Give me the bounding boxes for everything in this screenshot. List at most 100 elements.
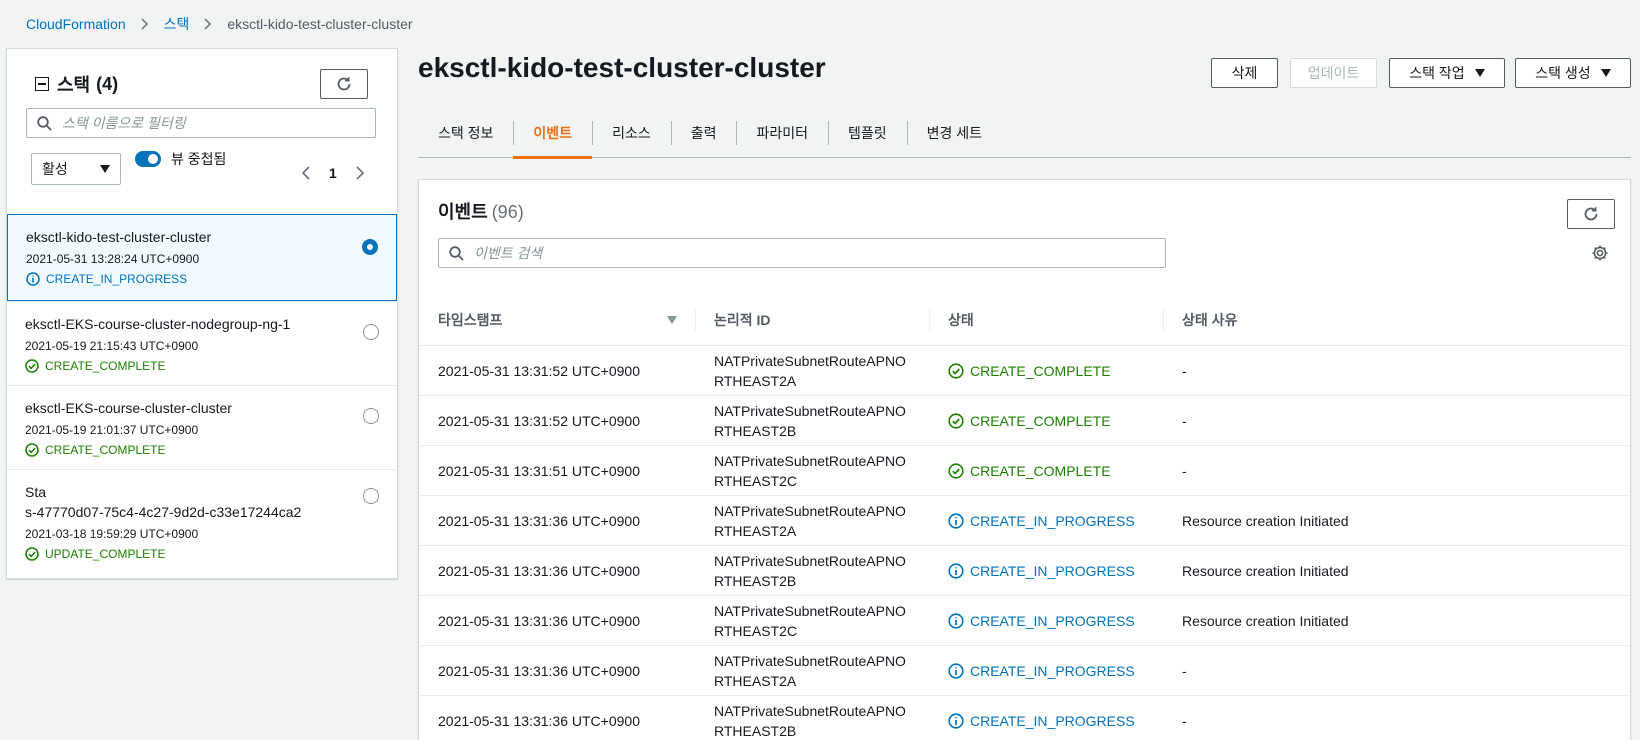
info-circle-icon bbox=[948, 712, 964, 729]
stack-list-item[interactable]: eksctl-EKS-course-cluster-nodegroup-ng-1… bbox=[7, 301, 397, 385]
check-circle-icon bbox=[25, 359, 39, 373]
cell-timestamp: 2021-05-31 13:31:36 UTC+0900 bbox=[438, 662, 640, 679]
cell-status-reason: Resource creation Initiated bbox=[1182, 562, 1349, 579]
sort-descending-icon[interactable] bbox=[667, 316, 677, 324]
table-row: 2021-05-31 13:31:36 UTC+0900 NATPrivateS… bbox=[419, 496, 1630, 546]
status-text: CREATE_IN_PROGRESS bbox=[970, 712, 1135, 729]
current-page[interactable]: 1 bbox=[329, 165, 337, 181]
check-circle-icon bbox=[25, 443, 39, 457]
cell-timestamp: 2021-05-31 13:31:51 UTC+0900 bbox=[438, 462, 640, 479]
sidebar-title-label: 스택 bbox=[57, 75, 91, 95]
stack-list-item[interactable]: Sta s-47770d07-75c4-4c27-9d2d-c33e17244c… bbox=[7, 469, 397, 567]
sidebar-refresh-button[interactable] bbox=[320, 69, 368, 99]
stack-radio[interactable] bbox=[363, 324, 379, 340]
nested-view-toggle[interactable]: 뷰 중첩됨 bbox=[135, 149, 226, 169]
events-count: (96) bbox=[491, 202, 524, 222]
tab-resources[interactable]: 리소스 bbox=[592, 108, 671, 158]
stack-name[interactable]: eksctl-kido-test-cluster-cluster bbox=[26, 227, 378, 247]
logical-id-text: NATPrivateSubnetRouteAPNORTHEAST2B bbox=[714, 552, 906, 589]
tab-parameters[interactable]: 파라미터 bbox=[736, 108, 828, 158]
check-circle-icon bbox=[948, 462, 964, 479]
stack-time: 2021-03-18 19:59:29 UTC+0900 bbox=[25, 527, 199, 541]
column-header-logical-id[interactable]: 논리적 ID bbox=[695, 294, 929, 345]
status-text: CREATE_IN_PROGRESS bbox=[970, 612, 1135, 629]
cell-status: CREATE_IN_PROGRESS bbox=[929, 646, 1163, 695]
cell-logical-id: NATPrivateSubnetRouteAPNORTHEAST2B bbox=[695, 546, 929, 595]
breadcrumb-cloudformation[interactable]: CloudFormation bbox=[26, 16, 126, 32]
status-text: CREATE_COMPLETE bbox=[970, 362, 1111, 379]
stack-name[interactable]: Sta s-47770d07-75c4-4c27-9d2d-c33e17244c… bbox=[25, 482, 379, 522]
logical-id-text: NATPrivateSubnetRouteAPNORTHEAST2A bbox=[714, 352, 906, 389]
column-header-status-reason[interactable]: 상태 사유 bbox=[1163, 294, 1630, 345]
tab-template[interactable]: 템플릿 bbox=[828, 108, 907, 158]
tab-change-sets[interactable]: 변경 세트 bbox=[906, 108, 1002, 158]
logical-id-text: NATPrivateSubnetRouteAPNORTHEAST2B bbox=[714, 702, 906, 739]
stack-radio[interactable] bbox=[363, 408, 379, 424]
cell-status: CREATE_COMPLETE bbox=[929, 346, 1163, 395]
sidebar-title: 스택 (4) bbox=[35, 71, 118, 97]
table-row: 2021-05-31 13:31:36 UTC+0900 NATPrivateS… bbox=[419, 596, 1630, 646]
create-stack-button[interactable]: 스택 생성 bbox=[1515, 58, 1631, 88]
stack-status-text: CREATE_IN_PROGRESS bbox=[46, 272, 188, 286]
cell-timestamp: 2021-05-31 13:31:36 UTC+0900 bbox=[438, 712, 640, 729]
cell-logical-id: NATPrivateSubnetRouteAPNORTHEAST2B bbox=[695, 396, 929, 445]
table-row: 2021-05-31 13:31:36 UTC+0900 NATPrivateS… bbox=[419, 696, 1630, 740]
delete-button[interactable]: 삭제 bbox=[1211, 58, 1278, 88]
cell-timestamp: 2021-05-31 13:31:52 UTC+0900 bbox=[438, 362, 640, 379]
stack-actions-button[interactable]: 스택 작업 bbox=[1389, 58, 1505, 88]
tab-stack-info[interactable]: 스택 정보 bbox=[418, 108, 513, 158]
info-circle-icon bbox=[948, 612, 964, 629]
column-header-timestamp[interactable]: 타임스탬프 bbox=[419, 294, 695, 345]
stack-radio[interactable] bbox=[362, 239, 378, 255]
update-button[interactable]: 업데이트 bbox=[1290, 58, 1377, 88]
cell-timestamp: 2021-05-31 13:31:36 UTC+0900 bbox=[438, 512, 640, 529]
events-refresh-button[interactable] bbox=[1567, 199, 1615, 229]
info-circle-icon bbox=[948, 662, 964, 679]
stack-name[interactable]: eksctl-EKS-course-cluster-nodegroup-ng-1 bbox=[25, 314, 379, 334]
events-title: 이벤트 bbox=[438, 202, 488, 222]
column-label: 논리적 ID bbox=[714, 311, 771, 328]
stack-list-item[interactable]: eksctl-kido-test-cluster-cluster 2021-05… bbox=[7, 214, 397, 301]
events-search bbox=[438, 238, 1166, 268]
status-text: CREATE_IN_PROGRESS bbox=[970, 512, 1135, 529]
column-label: 상태 사유 bbox=[1182, 311, 1238, 328]
check-circle-icon bbox=[948, 412, 964, 429]
caret-down-icon bbox=[1600, 69, 1611, 77]
search-icon bbox=[37, 115, 52, 131]
tab-outputs[interactable]: 출력 bbox=[670, 108, 737, 158]
stack-radio[interactable] bbox=[363, 488, 379, 504]
cell-status-reason: - bbox=[1182, 712, 1187, 729]
status-text: CREATE_IN_PROGRESS bbox=[970, 662, 1135, 679]
table-row: 2021-05-31 13:31:51 UTC+0900 NATPrivateS… bbox=[419, 446, 1630, 496]
cell-status: CREATE_IN_PROGRESS bbox=[929, 496, 1163, 545]
cell-status: CREATE_COMPLETE bbox=[929, 446, 1163, 495]
cell-status: CREATE_COMPLETE bbox=[929, 396, 1163, 445]
info-circle-icon bbox=[948, 562, 964, 579]
status-filter-value: 활성 bbox=[42, 161, 68, 177]
breadcrumb-stacks[interactable]: 스택 bbox=[164, 14, 190, 34]
logical-id-text: NATPrivateSubnetRouteAPNORTHEAST2C bbox=[714, 602, 906, 639]
column-header-status[interactable]: 상태 bbox=[929, 294, 1163, 345]
stack-actions-label: 스택 작업 bbox=[1409, 65, 1465, 81]
gear-icon[interactable] bbox=[1591, 244, 1609, 262]
stack-filter-input[interactable] bbox=[62, 115, 350, 131]
stack-name-line1: Sta bbox=[25, 484, 47, 500]
chevron-left-icon[interactable] bbox=[301, 166, 311, 180]
tab-events[interactable]: 이벤트 bbox=[513, 108, 592, 159]
collapse-icon[interactable] bbox=[35, 77, 49, 91]
stack-list-item[interactable]: eksctl-EKS-course-cluster-cluster 2021-0… bbox=[7, 385, 397, 469]
stack-name[interactable]: eksctl-EKS-course-cluster-cluster bbox=[25, 398, 379, 418]
cell-timestamp: 2021-05-31 13:31:36 UTC+0900 bbox=[438, 562, 640, 579]
stack-status: CREATE_COMPLETE bbox=[25, 442, 379, 458]
events-search-input[interactable] bbox=[474, 245, 1083, 261]
status-filter-select[interactable]: 활성 bbox=[31, 153, 121, 185]
toggle-switch[interactable] bbox=[135, 151, 161, 167]
stack-status-text: UPDATE_COMPLETE bbox=[45, 547, 166, 561]
chevron-right-icon[interactable] bbox=[355, 166, 365, 180]
cell-status-reason: - bbox=[1182, 362, 1187, 379]
logical-id-text: NATPrivateSubnetRouteAPNORTHEAST2B bbox=[714, 402, 906, 439]
logical-id-text: NATPrivateSubnetRouteAPNORTHEAST2A bbox=[714, 652, 906, 689]
status-text: CREATE_COMPLETE bbox=[970, 462, 1111, 479]
stack-time: 2021-05-19 21:01:37 UTC+0900 bbox=[25, 423, 199, 437]
stack-sidebar: 스택 (4) 활성 뷰 중첩됨 1 eksctl-kido-test-clust… bbox=[6, 48, 398, 579]
